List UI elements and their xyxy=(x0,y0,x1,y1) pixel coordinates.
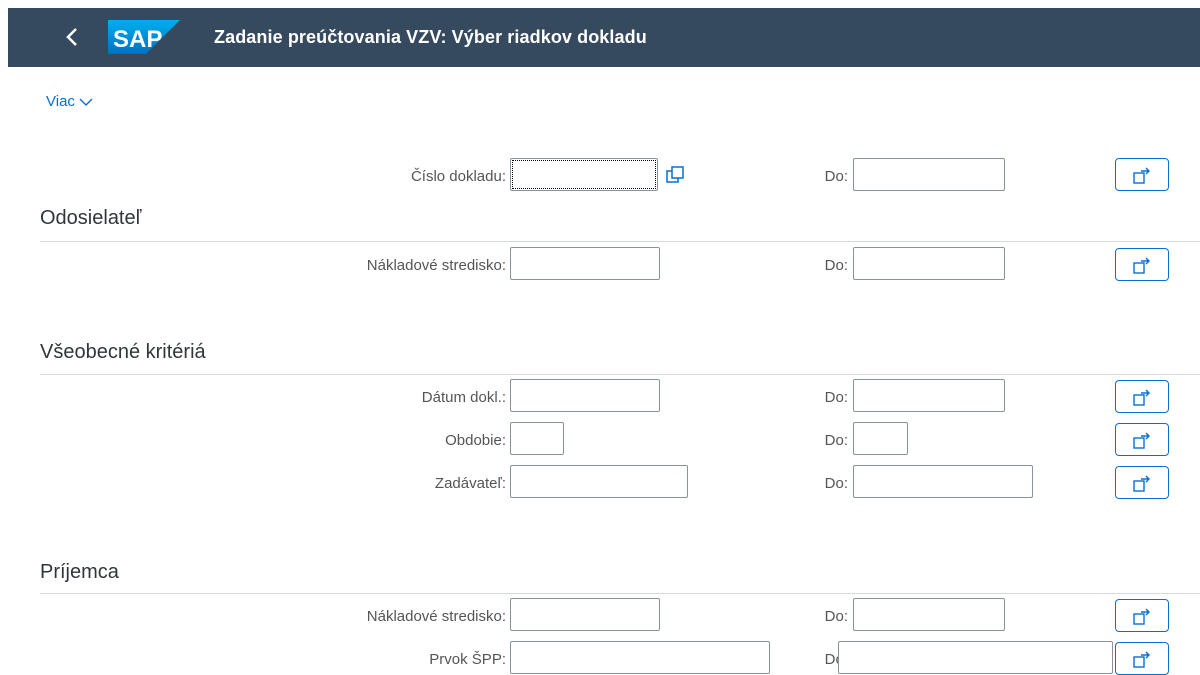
page-title: Zadanie preúčtovania VZV: Výber riadkov … xyxy=(214,27,647,47)
multiple-selection-icon xyxy=(1133,389,1150,406)
section-title-sender: Odosielateľ xyxy=(40,207,142,229)
chevron-down-icon xyxy=(79,98,93,106)
sender-cost-center-multiple-selection-button[interactable] xyxy=(1115,248,1169,281)
value-help-icon[interactable] xyxy=(664,164,686,186)
wbs-element-label: Prvok ŠPP: xyxy=(429,651,506,668)
period-multiple-selection-button[interactable] xyxy=(1115,423,1169,456)
wbs-element-to-input[interactable] xyxy=(838,641,1113,674)
entered-by-to-label: Do: xyxy=(824,475,848,492)
sap-logo[interactable]: SAP xyxy=(108,20,180,54)
entered-by-label: Zadávateľ: xyxy=(434,475,506,492)
doc-date-from-input[interactable] xyxy=(510,379,660,412)
entered-by-from-input[interactable] xyxy=(510,465,688,498)
period-to-label: Do: xyxy=(824,432,848,449)
wbs-element-from-input[interactable] xyxy=(510,641,770,674)
section-divider xyxy=(40,241,1200,242)
entered-by-to-input[interactable] xyxy=(853,465,1033,498)
doc-date-to-input[interactable] xyxy=(853,379,1005,412)
doc-number-from-input[interactable] xyxy=(510,158,658,191)
sender-cost-center-label: Nákladové stredisko: xyxy=(366,257,506,274)
entered-by-multiple-selection-button[interactable] xyxy=(1115,466,1169,499)
multiple-selection-icon xyxy=(1133,608,1150,625)
receiver-cost-center-to-input[interactable] xyxy=(853,598,1005,631)
doc-number-multiple-selection-button[interactable] xyxy=(1115,158,1169,191)
back-button[interactable] xyxy=(58,22,88,52)
period-from-input[interactable] xyxy=(510,422,564,455)
doc-number-to-label: Do: xyxy=(824,168,848,185)
section-title-general: Všeobecné kritériá xyxy=(40,341,206,363)
sender-cost-center-to-label: Do: xyxy=(824,257,848,274)
wbs-element-multiple-selection-button[interactable] xyxy=(1115,642,1169,675)
section-divider xyxy=(40,593,1200,594)
more-link-label: Viac xyxy=(46,93,75,110)
doc-number-label: Číslo dokladu: xyxy=(410,168,506,185)
multiple-selection-icon xyxy=(1133,257,1150,274)
period-label: Obdobie: xyxy=(445,432,506,449)
multiple-selection-icon xyxy=(1133,167,1150,184)
chevron-left-icon xyxy=(66,28,77,46)
doc-date-multiple-selection-button[interactable] xyxy=(1115,380,1169,413)
sender-cost-center-to-input[interactable] xyxy=(853,247,1005,280)
period-to-input[interactable] xyxy=(853,422,908,455)
sender-cost-center-from-input[interactable] xyxy=(510,247,660,280)
section-divider xyxy=(40,374,1200,375)
logo-text: SAP xyxy=(113,26,162,53)
doc-date-to-label: Do: xyxy=(824,389,848,406)
more-link[interactable]: Viac xyxy=(46,93,93,110)
receiver-cost-center-multiple-selection-button[interactable] xyxy=(1115,599,1169,632)
receiver-cost-center-label: Nákladové stredisko: xyxy=(366,608,506,625)
multiple-selection-icon xyxy=(1133,432,1150,449)
receiver-cost-center-from-input[interactable] xyxy=(510,598,660,631)
multiple-selection-icon xyxy=(1133,475,1150,492)
doc-date-label: Dátum dokl.: xyxy=(421,389,506,406)
doc-number-to-input[interactable] xyxy=(853,158,1005,191)
receiver-cost-center-to-label: Do: xyxy=(824,608,848,625)
shell-bar: SAP Zadanie preúčtovania VZV: Výber riad… xyxy=(8,8,1200,67)
section-title-receiver: Príjemca xyxy=(40,561,119,583)
multiple-selection-icon xyxy=(1133,651,1150,668)
